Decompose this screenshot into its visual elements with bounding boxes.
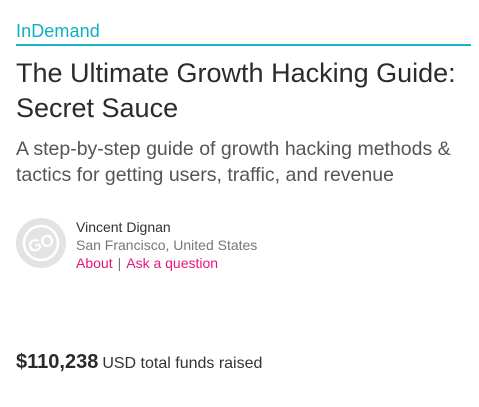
campaign-tagline: A step-by-step guide of growth hacking m… bbox=[16, 138, 451, 186]
funds-raised: $110,238 USD total funds raised bbox=[16, 350, 471, 376]
owner-info: Vincent Dignan San Francisco, United Sta… bbox=[76, 218, 257, 272]
campaign-owner: GO Vincent Dignan San Francisco, United … bbox=[16, 218, 471, 274]
link-separator: | bbox=[117, 255, 122, 271]
avatar-placeholder-icon[interactable]: GO bbox=[16, 218, 66, 268]
funds-label: USD total funds raised bbox=[102, 355, 263, 372]
owner-location: San Francisco, United States bbox=[76, 237, 258, 253]
ask-question-link[interactable]: Ask a question bbox=[126, 255, 218, 271]
about-link[interactable]: About bbox=[76, 255, 113, 271]
owner-name: Vincent Dignan bbox=[76, 219, 171, 235]
funds-amount: $110,238 bbox=[16, 351, 99, 373]
campaign-title: The Ultimate Growth Hacking Guide: Secre… bbox=[16, 58, 456, 123]
brand-header: InDemand bbox=[16, 20, 471, 46]
brand-logo-text[interactable]: InDemand bbox=[16, 21, 100, 41]
owner-links: About | Ask a question bbox=[76, 254, 257, 272]
